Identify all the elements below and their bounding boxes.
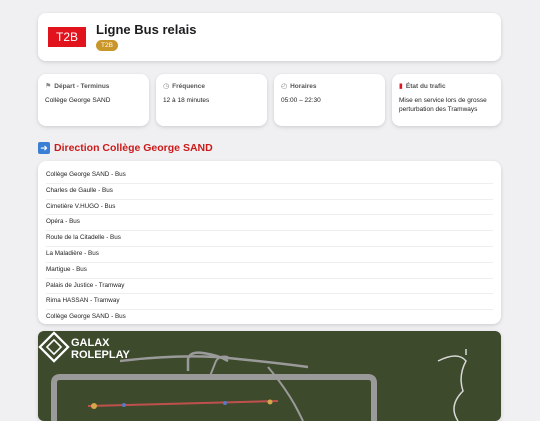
info-value: 05:00 – 22:30	[281, 97, 321, 104]
direction-heading: ➜ Direction Collège George SAND	[38, 142, 213, 154]
stop-marker	[223, 401, 227, 405]
tram-route-line	[87, 400, 279, 407]
info-card-terminus: ⚑ Départ - Terminus Collège George SAND	[38, 74, 149, 126]
info-label: Fréquence	[172, 82, 205, 90]
list-item: Opéra - Bus	[46, 215, 493, 232]
list-item: Rima HASSAN - Tramway	[46, 294, 493, 311]
list-item: Collège George SAND - Bus	[46, 313, 126, 321]
arrow-right-icon: ➜	[38, 142, 50, 154]
signpost-icon: ⚑	[45, 83, 52, 90]
list-item: Cimetière V.HUGO - Bus	[46, 200, 493, 216]
list-item: La Maladière - Bus	[46, 247, 493, 263]
list-item: Collège George SAND - Bus	[46, 168, 493, 184]
info-value: Mise en service lors de grosse perturbat…	[399, 97, 487, 113]
list-item: Palais de Justice - Tramway	[46, 279, 493, 295]
stop-marker	[91, 403, 97, 409]
info-label: Départ - Terminus	[54, 82, 110, 90]
map-brand-line2: ROLEPLAY	[71, 349, 131, 361]
galax-logo-icon	[38, 331, 70, 363]
list-item: Martigue - Bus	[46, 263, 493, 279]
stop-marker	[122, 403, 126, 407]
list-item: Charles de Gaulle - Bus	[46, 184, 493, 200]
stops-list-card: Collège George SAND - Bus Charles de Gau…	[38, 161, 501, 324]
info-card-frequency: ◷ Fréquence 12 à 18 minutes	[156, 74, 267, 126]
stop-marker	[267, 399, 273, 405]
info-value: Collège George SAND	[45, 97, 111, 104]
info-card-hours: ◴ Horaires 05:00 – 22:30	[274, 74, 385, 126]
list-item: Route de la Citadelle - Bus	[46, 231, 493, 247]
clock-icon: ◴	[281, 83, 288, 90]
info-card-traffic: ▮ État du trafic Mise en service lors de …	[392, 74, 501, 126]
info-value: 12 à 18 minutes	[163, 97, 210, 104]
map-brand-line1: GALAX	[71, 337, 110, 349]
line-badge: T2B	[96, 40, 118, 51]
info-label: État du trafic	[405, 82, 446, 90]
page-title: Ligne Bus relais	[96, 22, 197, 37]
traffic-light-icon: ▮	[399, 83, 403, 90]
stopwatch-icon: ◷	[163, 83, 170, 90]
direction-label: Direction Collège George SAND	[54, 142, 213, 154]
line-logo: T2B	[48, 27, 86, 47]
stops-list: Collège George SAND - Bus Charles de Gau…	[38, 161, 501, 325]
route-map[interactable]: GALAX ROLEPLAY	[38, 331, 501, 421]
route-map-drawing: GALAX ROLEPLAY	[38, 331, 467, 421]
info-label: Horaires	[290, 82, 317, 90]
line-header-card: T2B Ligne Bus relais T2B	[38, 13, 501, 61]
